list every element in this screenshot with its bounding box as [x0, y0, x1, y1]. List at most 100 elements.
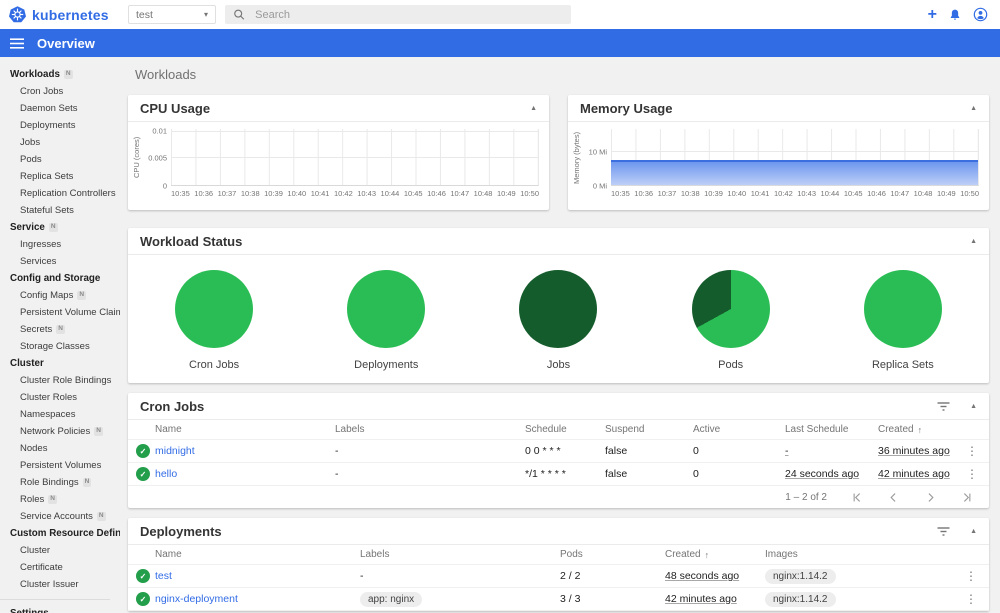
column-header[interactable]: Active: [693, 424, 785, 435]
search-box[interactable]: [225, 5, 571, 24]
first-page-icon[interactable]: [851, 492, 862, 503]
column-header[interactable]: Name: [155, 424, 335, 435]
sidebar-item[interactable]: Cluster Role Bindings: [0, 372, 120, 389]
sidebar-item[interactable]: Config and Storage: [0, 270, 120, 287]
x-tick-label: 10:41: [750, 189, 770, 198]
sidebar-item[interactable]: Stateful Sets: [0, 202, 120, 219]
table-row[interactable]: ✓ hello - */1 * * * * false 0 24 seconds…: [128, 463, 989, 486]
column-header[interactable]: Labels: [360, 549, 560, 560]
page-title: Workloads: [135, 67, 197, 82]
sidebar-item[interactable]: Cluster: [0, 542, 120, 559]
sidebar-item[interactable]: Certificate: [0, 559, 120, 576]
workload-status-pie: Pods: [646, 270, 816, 371]
x-tick-label: 10:36: [634, 189, 654, 198]
column-header[interactable]: Images: [765, 549, 955, 560]
label-chip: app: nginx: [360, 591, 423, 607]
x-tick-label: 10:39: [264, 189, 283, 198]
sidebar-item[interactable]: Cluster Roles: [0, 389, 120, 406]
last-schedule-cell: 24 seconds ago: [785, 468, 860, 480]
sidebar-item[interactable]: Settings: [0, 605, 120, 613]
sidebar-item[interactable]: Custom Resource Definitions: [0, 525, 120, 542]
pie-chart: [863, 270, 942, 348]
column-header[interactable]: Schedule: [525, 424, 605, 435]
row-menu-button[interactable]: ⋮: [962, 467, 982, 481]
resource-name-link[interactable]: hello: [155, 468, 335, 480]
column-header[interactable]: Pods: [560, 549, 665, 560]
filter-list-icon[interactable]: [937, 526, 950, 536]
memory-area-series: [611, 160, 978, 185]
sidebar-item[interactable]: Workloads N: [0, 66, 120, 83]
sidebar-item[interactable]: Cluster: [0, 355, 120, 372]
sidebar-item[interactable]: Service Accounts N: [0, 508, 120, 525]
column-header[interactable]: Labels: [335, 424, 525, 435]
sidebar-item[interactable]: Role Bindings N: [0, 474, 120, 491]
card-title: Cron Jobs: [140, 398, 205, 414]
sidebar-item[interactable]: Cluster Issuer: [0, 576, 120, 593]
namespace-select[interactable]: test ▾: [128, 5, 216, 24]
column-header[interactable]: Suspend: [605, 424, 693, 435]
labels-cell: -: [335, 468, 339, 480]
sidebar-item[interactable]: Persistent Volumes: [0, 457, 120, 474]
column-header[interactable]: Created ↑: [665, 549, 765, 560]
notifications-bell-icon[interactable]: [948, 8, 962, 22]
sidebar-item[interactable]: Cron Jobs: [0, 83, 120, 100]
sidebar-item[interactable]: Network Policies N: [0, 423, 120, 440]
collapse-card-icon[interactable]: ▲: [970, 105, 977, 112]
workload-status-card: Workload Status ▲ Cron Jobs Deployments: [128, 228, 989, 383]
row-menu-button[interactable]: ⋮: [961, 592, 981, 606]
resource-name-link[interactable]: test: [155, 570, 360, 582]
row-menu-button[interactable]: ⋮: [961, 569, 981, 583]
sidebar-item[interactable]: [0, 593, 120, 605]
sidebar-item[interactable]: Roles N: [0, 491, 120, 508]
sidebar-item[interactable]: Jobs: [0, 134, 120, 151]
sidebar-item[interactable]: Deployments: [0, 117, 120, 134]
sidebar-item[interactable]: Storage Classes: [0, 338, 120, 355]
resource-name-link[interactable]: midnight: [155, 445, 335, 457]
last-page-icon[interactable]: [962, 492, 973, 503]
suspend-cell: false: [605, 445, 628, 457]
sidebar-item[interactable]: Pods: [0, 151, 120, 168]
kubernetes-logo[interactable]: kubernetes: [0, 6, 119, 23]
search-icon: [234, 9, 245, 20]
table-row[interactable]: ✓ test - 2 / 2 48 seconds ago nginx:1.14…: [128, 565, 989, 588]
create-resource-button[interactable]: +: [928, 6, 937, 23]
sidebar-item[interactable]: Config Maps N: [0, 287, 120, 304]
memory-usage-card: Memory Usage ▲ Memory (bytes) 10 Mi 0 Mi: [568, 95, 989, 210]
collapse-card-icon[interactable]: ▲: [970, 528, 977, 535]
column-header[interactable]: Name: [155, 549, 360, 560]
resource-name-link[interactable]: nginx-deployment: [155, 593, 360, 605]
sidebar-item[interactable]: Persistent Volume Claims N: [0, 304, 120, 321]
cpu-chart: CPU (cores) 0.01 0.005 0 10:35 10:36 10:37 10…: [128, 122, 549, 200]
user-account-icon[interactable]: [973, 7, 988, 22]
sidebar-item[interactable]: Ingresses: [0, 236, 120, 253]
x-tick-label: 10:45: [403, 189, 423, 198]
sidebar-item[interactable]: Service N: [0, 219, 120, 236]
hamburger-menu-icon[interactable]: [10, 37, 24, 49]
sidebar-item[interactable]: Secrets N: [0, 321, 120, 338]
sidebar-item[interactable]: Nodes: [0, 440, 120, 457]
previous-page-icon[interactable]: [888, 492, 899, 503]
pie-chart: [691, 270, 770, 348]
pie-label: Replica Sets: [871, 359, 934, 371]
search-input[interactable]: [255, 8, 563, 21]
column-header[interactable]: Created ↑: [878, 424, 962, 435]
collapse-card-icon[interactable]: ▲: [970, 238, 977, 245]
filter-list-icon[interactable]: [937, 401, 950, 411]
table-row[interactable]: ✓ midnight - 0 0 * * * false 0 - 36 minu…: [128, 440, 989, 463]
kubernetes-dashboard: kubernetes test ▾ +: [0, 0, 1000, 613]
sidebar-item[interactable]: Daemon Sets: [0, 100, 120, 117]
sidebar-item[interactable]: Replication Controllers: [0, 185, 120, 202]
column-header[interactable]: Last Schedule: [785, 424, 878, 435]
status-ok-icon: ✓: [136, 569, 150, 583]
x-tick-label: 10:43: [357, 189, 377, 198]
collapse-card-icon[interactable]: ▲: [530, 105, 537, 112]
sidebar-item[interactable]: Replica Sets: [0, 168, 120, 185]
pagination-bar: 1 – 2 of 2: [128, 486, 989, 508]
table-row[interactable]: ✓ nginx-deployment app: nginx 3 / 3 42 m…: [128, 588, 989, 611]
namespaced-badge: N: [77, 291, 87, 300]
sidebar-item[interactable]: Services: [0, 253, 120, 270]
next-page-icon[interactable]: [925, 492, 936, 503]
sidebar-item[interactable]: Namespaces: [0, 406, 120, 423]
row-menu-button[interactable]: ⋮: [962, 444, 982, 458]
collapse-card-icon[interactable]: ▲: [970, 403, 977, 410]
